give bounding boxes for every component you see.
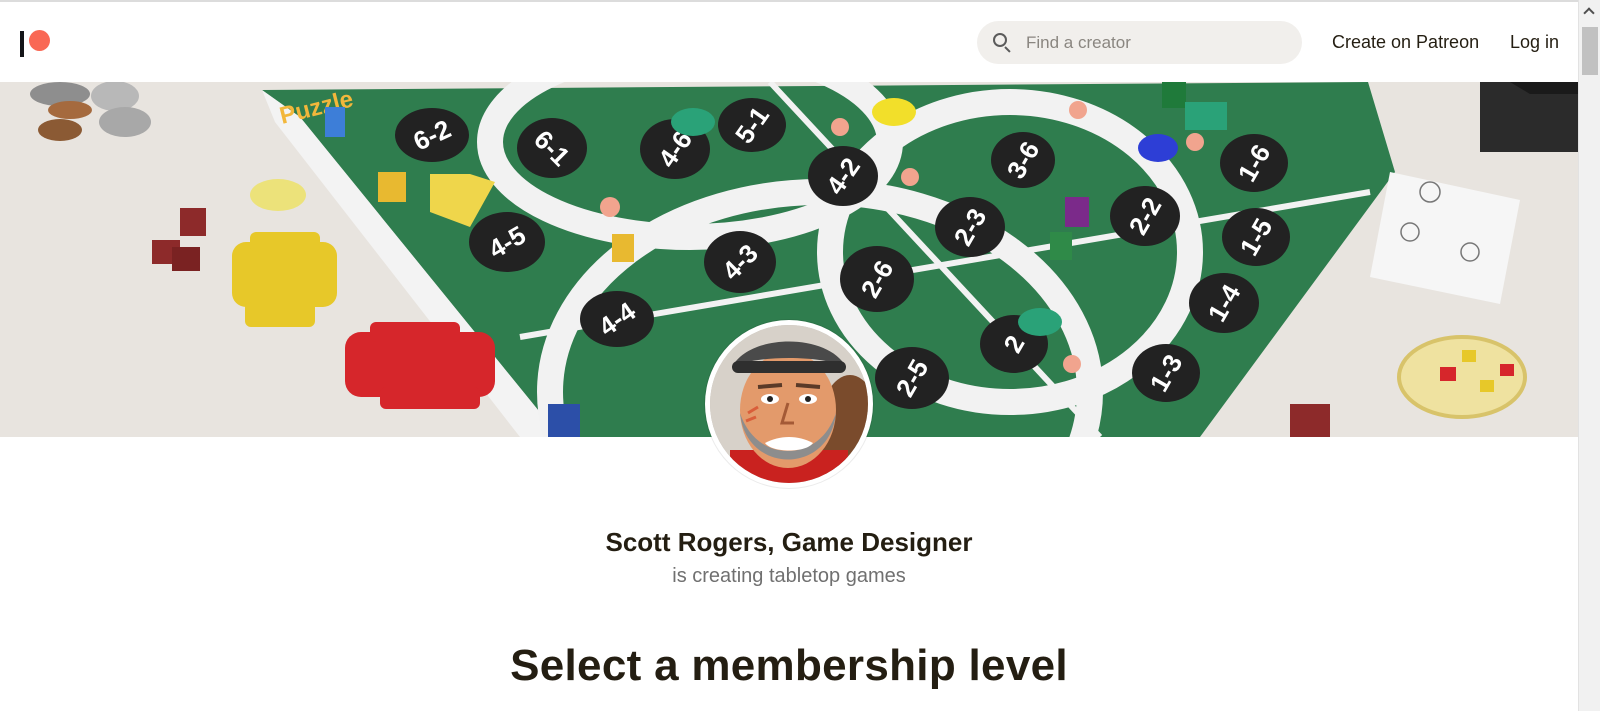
top-navigation-bar: Create on Patreon Log in [0,2,1578,82]
scroll-up-arrow-icon[interactable] [1579,0,1600,24]
scrollbar-thumb[interactable] [1582,27,1598,75]
creator-tagline: is creating tabletop games [672,565,906,587]
patreon-logo-icon[interactable] [19,28,51,60]
vertical-scrollbar[interactable] [1578,0,1600,711]
avatar-illustration [710,325,868,483]
search-input[interactable] [1026,21,1286,64]
search-icon [993,33,1012,53]
logo-circle [29,30,50,51]
creator-search-box[interactable] [977,21,1302,64]
creator-avatar[interactable] [705,320,873,488]
creator-name: Scott Rogers, Game Designer [605,527,973,557]
patreon-creator-page: Create on Patreon Log in 6-2 [0,0,1578,711]
membership-section-title: Select a membership level [510,641,1068,690]
create-on-patreon-link[interactable]: Create on Patreon [1332,32,1479,53]
logo-bar [20,31,24,57]
log-in-link[interactable]: Log in [1510,32,1559,53]
